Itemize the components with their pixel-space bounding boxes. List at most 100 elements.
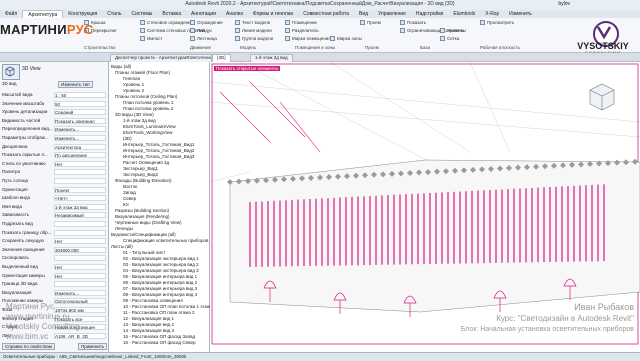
browser-group[interactable]: Чертежные виды (Drafting View) <box>115 220 182 225</box>
browser-item[interactable]: 06 - Визуализация интерьера вид 2 <box>123 280 197 285</box>
menu-view[interactable]: Вид <box>354 10 373 18</box>
property-value[interactable]: По дисциплине <box>54 152 106 159</box>
browser-item[interactable]: План потолка уровень 2 <box>123 106 173 111</box>
model-text-button[interactable]: Текст модели <box>235 19 270 25</box>
property-row[interactable]: Шаблон вида <Нет> <box>2 195 106 202</box>
area-tag-button[interactable]: Марка зоны <box>330 35 362 41</box>
browser-item[interactable]: 15 - Расстановка ОП фасад Запад <box>123 334 195 339</box>
menu-architecture[interactable]: Архитектура <box>22 10 64 18</box>
property-value[interactable] <box>54 229 106 236</box>
opening-button[interactable]: Проем <box>360 19 381 25</box>
stair-button[interactable]: Лестница <box>190 35 217 41</box>
curtain-wall-button[interactable]: Стеновое ограждение <box>140 19 193 25</box>
menu-analyze[interactable]: Анализ <box>221 10 248 18</box>
tab-3d-view[interactable]: {3D} <box>212 54 231 62</box>
browser-item[interactable]: 11 - Расстановка ОП план этажа 2 <box>123 310 195 315</box>
menu-massing[interactable]: Формы и генплан <box>248 10 298 18</box>
property-row[interactable]: Параметры отображ... Изменить... <box>2 135 106 141</box>
property-row[interactable]: Значение масштаба 50 <box>2 100 106 107</box>
model-line-button[interactable]: Линия модели <box>235 27 272 33</box>
browser-group[interactable]: Виды (all) <box>111 64 131 69</box>
browser-item[interactable]: 02 - Визуализация экстерьера вид 1 <box>123 256 199 261</box>
browser-item[interactable]: Север <box>123 196 136 201</box>
browser-group[interactable]: Планы потолков (Ceiling Plan) <box>115 94 177 99</box>
browser-item[interactable]: 16 - Расстановка ОП фасад Север <box>123 340 196 345</box>
browser-item[interactable]: План потолка уровень 1 <box>123 100 173 105</box>
property-row[interactable]: Переопределения вид... Изменить... <box>2 126 106 133</box>
property-value[interactable]: A106_AR_B_3D <box>54 332 106 339</box>
browser-item[interactable]: 04 - Визуализация экстерьера вид 3 <box>123 268 199 273</box>
menu-modify[interactable]: Изменить <box>504 10 537 18</box>
property-row[interactable]: Ориентация Проект <box>2 186 106 193</box>
tab-project-browser[interactable]: Диспетчер проекта - АрхитектураИСветотех… <box>110 54 212 62</box>
browser-item[interactable]: Уровень 2 <box>123 88 144 93</box>
property-value[interactable]: 304800.000 <box>54 246 106 253</box>
property-value[interactable]: Изменить... <box>54 126 106 133</box>
browser-item[interactable]: Запад <box>123 190 136 195</box>
property-value[interactable] <box>54 281 106 288</box>
edit-type-button[interactable]: Изменить тип <box>58 81 93 88</box>
browser-item[interactable]: 09 - Расстановка освещения <box>123 298 183 303</box>
property-row[interactable]: Видимость частей Показать оригинал <box>2 117 106 124</box>
menu-file[interactable]: Файл <box>0 10 22 18</box>
property-row[interactable]: Путь солнца <box>2 178 106 184</box>
browser-group[interactable]: Фасады (Building Elevation) <box>115 178 172 183</box>
browser-item[interactable]: Юг <box>123 202 129 207</box>
browser-item[interactable]: 05 - Визуализация интерьера вид 1 <box>123 274 197 279</box>
browser-item[interactable]: 13 - Визуализация вид 2 <box>123 322 174 327</box>
separator-button[interactable]: Разделитель <box>285 27 319 33</box>
menu-steel[interactable]: Сталь <box>102 10 126 18</box>
properties-help-link[interactable]: Справка по свойствам <box>2 343 55 350</box>
browser-item[interactable]: 01 - Титульный лист <box>123 250 165 255</box>
property-value[interactable]: Ортогональный <box>54 298 106 305</box>
railing-button[interactable]: Ограждение <box>190 19 223 25</box>
property-value[interactable]: Архитектура <box>54 143 106 150</box>
browser-item[interactable]: Интерьер_Тоталь_Гостиная_Вид1 <box>123 142 194 147</box>
property-row[interactable]: Дисциплина Архитектура <box>2 143 106 150</box>
apply-button[interactable]: Применить <box>78 343 108 350</box>
property-row[interactable]: Подрезать вид <box>2 221 106 227</box>
browser-group[interactable]: Листы (all) <box>111 244 133 249</box>
browser-item[interactable]: ElumTools_WorkingView <box>123 130 172 135</box>
menu-structure[interactable]: Конструкция <box>63 10 102 18</box>
browser-item[interactable]: Экстерьер_Вид2 <box>123 172 158 177</box>
model-group-button[interactable]: Группа модели <box>235 35 273 41</box>
level-button[interactable]: Уровень <box>440 27 464 33</box>
browser-item[interactable]: {3D} <box>123 136 132 141</box>
property-row[interactable]: Зависимость Независимый <box>2 212 106 219</box>
property-value[interactable] <box>54 255 106 262</box>
browser-group[interactable]: 3D виды (3D View) <box>115 112 154 117</box>
property-row[interactable]: Показать границу обр... <box>2 229 106 236</box>
property-row[interactable]: Показать скрытые л... По дисциплине <box>2 152 106 159</box>
menu-collaborate[interactable]: Совместная работа <box>298 10 354 18</box>
ramp-button[interactable]: Пандус <box>190 27 212 33</box>
property-value[interactable]: Показать оригинал <box>54 117 106 124</box>
browser-item[interactable]: Интерьер_Тоталь_Гостиная_Вид2 <box>123 148 194 153</box>
browser-item[interactable]: 14 - Визуализация вид 3 <box>123 328 174 333</box>
property-value[interactable]: Изменить... <box>54 135 106 141</box>
browser-group[interactable]: Разрезы (Building Section) <box>115 208 169 213</box>
property-value[interactable] <box>54 221 106 227</box>
property-value[interactable] <box>54 178 106 184</box>
property-row[interactable]: Стиль по умолчанию Нет <box>2 160 106 167</box>
browser-item[interactable]: ElumTools_LuminaireView <box>123 124 176 129</box>
property-value[interactable]: Средний <box>54 109 106 116</box>
menu-elumtools[interactable]: Elumtools <box>448 10 480 18</box>
browser-item[interactable]: 10 - Расстановка ОП план потолка 1 этаж <box>123 304 210 309</box>
room-button[interactable]: Помещение <box>285 19 317 25</box>
browser-group[interactable]: Легенды <box>115 226 133 231</box>
viewer-button[interactable]: Просмотреть <box>480 19 514 25</box>
browser-item[interactable]: Уровень 1 <box>123 82 144 87</box>
property-value[interactable]: Нет <box>54 264 106 270</box>
browser-item[interactable]: 12 - Визуализация вид 1 <box>123 316 174 321</box>
menu-systems[interactable]: Системы <box>126 10 157 18</box>
browser-item[interactable]: Расчет Освещения 3д <box>123 160 169 165</box>
menu-annotate[interactable]: Аннотации <box>186 10 221 18</box>
menu-xray[interactable]: X-Ray <box>480 10 504 18</box>
property-row[interactable]: Палитра <box>2 169 106 176</box>
property-row[interactable]: Выделенный вид Нет <box>2 264 106 270</box>
property-row[interactable]: Визуализация Изменить... <box>2 289 106 296</box>
property-row[interactable]: Уровень детализации Средний <box>2 109 106 116</box>
grid-button[interactable]: Сетка <box>440 35 459 41</box>
property-value[interactable]: Изменить... <box>54 289 106 296</box>
